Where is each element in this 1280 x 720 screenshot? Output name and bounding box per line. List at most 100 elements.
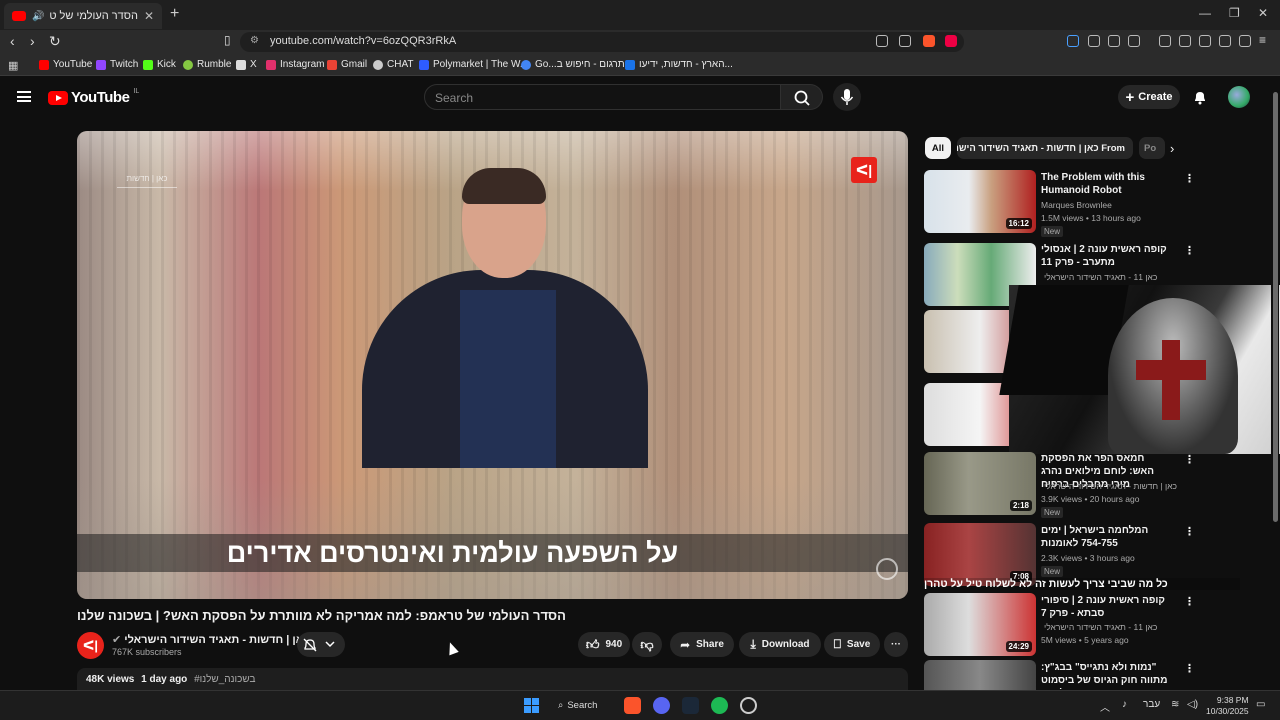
brave-browser-icon[interactable] xyxy=(624,697,641,714)
share-button[interactable]: ➦ Share xyxy=(670,632,734,657)
create-button[interactable]: + Create xyxy=(1118,85,1180,109)
bookmark-kick[interactable]: Kick xyxy=(143,59,176,70)
steam-icon[interactable] xyxy=(682,697,699,714)
recommendation-thumbnail[interactable] xyxy=(924,660,1036,690)
dislike-button[interactable]: 👎︎ xyxy=(632,632,662,657)
more-options-icon[interactable]: ⋮ xyxy=(1184,662,1195,675)
bookmark-haaretz[interactable]: הארץ - חדשות, ידיעו... xyxy=(625,59,733,70)
recommendation-title[interactable]: "נמות ולא נתגייס" בבג"ץ: מתווה חוק הגיוס… xyxy=(1041,661,1171,689)
description-box[interactable]: 48K views 1 day ago #בשכונה_שלנו xyxy=(77,668,908,690)
discord-icon[interactable] xyxy=(653,697,670,714)
taskbar-clock[interactable]: 9:38 PM 10/30/2025 xyxy=(1206,695,1249,717)
wifi-icon[interactable]: ≋ xyxy=(1171,699,1179,710)
reload-icon[interactable]: ↻ xyxy=(49,33,61,50)
url-field[interactable]: ⚙ youtube.com/watch?v=6ozQQR3rRkA xyxy=(240,32,964,52)
bookmark-twitch[interactable]: Twitch xyxy=(96,59,138,70)
close-tab-icon[interactable]: ✕ xyxy=(144,9,154,23)
more-options-icon[interactable]: ⋮ xyxy=(1184,595,1195,608)
volume-icon[interactable]: ◁) xyxy=(1187,699,1198,710)
channel-avatar[interactable]: ᐸ| xyxy=(77,632,104,659)
tray-chevron-icon[interactable]: ︿ xyxy=(1100,699,1110,714)
menu-icon[interactable]: ≡ xyxy=(1259,33,1266,47)
apps-grid-icon[interactable]: ▦ xyxy=(8,59,18,72)
vpn-icon[interactable] xyxy=(1239,35,1251,47)
recommendation-title[interactable]: קופה ראשית עונה 2 | סיפורי סבתא - פרק 7 xyxy=(1041,594,1171,620)
bookmark-gmail[interactable]: Gmail xyxy=(327,59,367,70)
bookmark-rumble[interactable]: Rumble xyxy=(183,59,231,70)
sidebar-toggle-icon[interactable] xyxy=(1179,35,1191,47)
brave-shields-icon[interactable] xyxy=(923,35,935,47)
update-icon[interactable] xyxy=(740,697,757,714)
keyboard-language[interactable]: עבר xyxy=(1143,699,1160,710)
extension-icon[interactable] xyxy=(1067,35,1079,47)
music-icon[interactable] xyxy=(1159,35,1171,47)
bookmark-x[interactable]: X xyxy=(236,59,257,70)
recommendation-title[interactable]: קופה ראשית עונה 2 | אנסולי מתערב - פרק 1… xyxy=(1041,243,1171,269)
recommendation-channel[interactable]: Marques Brownlee xyxy=(1041,200,1112,210)
chip-all[interactable]: All xyxy=(925,137,951,159)
like-button[interactable]: 👍︎ 940 xyxy=(578,632,630,657)
minimize-icon[interactable]: — xyxy=(1199,6,1211,20)
search-input[interactable]: Search xyxy=(424,84,781,110)
voice-search-button[interactable] xyxy=(833,83,861,111)
recommendation-title[interactable]: The Problem with this Humanoid Robot xyxy=(1041,171,1171,197)
forward-icon[interactable]: › xyxy=(30,33,35,49)
recommendation-thumbnail[interactable]: 16:12 xyxy=(924,170,1036,233)
recommendation-channel[interactable]: כאן 11 - תאגיד השידור הישראלי xyxy=(1044,622,1157,632)
account-avatar[interactable] xyxy=(1228,86,1250,108)
notification-icon[interactable]: ▭ xyxy=(1256,699,1265,710)
verified-icon: ✔ xyxy=(112,634,122,646)
bookmark-polymarket[interactable]: Polymarket | The W... xyxy=(419,59,528,70)
more-options-icon[interactable]: ⋮ xyxy=(1184,244,1195,257)
site-info-icon[interactable]: ⚙ xyxy=(250,35,259,46)
channel-branding-icon[interactable] xyxy=(876,558,898,580)
chip-more[interactable]: Po xyxy=(1139,137,1165,159)
chip-from-channel[interactable]: From כאן | חדשות - תאגיד השידור הישראלי xyxy=(957,137,1133,159)
puzzle-icon[interactable] xyxy=(1108,35,1120,47)
bookmark-youtube[interactable]: YouTube xyxy=(39,59,92,70)
cast-icon[interactable] xyxy=(876,35,888,47)
more-options-icon[interactable]: ⋮ xyxy=(1184,172,1195,185)
shield-icon[interactable] xyxy=(1088,35,1100,47)
ai-assistant-icon[interactable] xyxy=(1219,35,1231,47)
search-button[interactable] xyxy=(781,84,823,110)
more-actions-icon[interactable]: ··· xyxy=(884,632,908,657)
notifications-bell-icon[interactable] xyxy=(1192,89,1208,105)
taskbar-search[interactable]: ⌕ Search xyxy=(558,697,610,714)
scrollbar-thumb[interactable] xyxy=(1273,92,1278,522)
hamburger-menu-icon[interactable] xyxy=(17,91,31,102)
more-options-icon[interactable]: ⋮ xyxy=(1184,453,1195,466)
back-icon[interactable]: ‹ xyxy=(10,33,15,49)
speaker-icon[interactable]: 🔊 xyxy=(32,11,44,22)
hashtag[interactable]: #בשכונה_שלנו xyxy=(194,674,255,685)
close-window-icon[interactable]: ✕ xyxy=(1258,6,1268,20)
bookmark-page-icon[interactable]: ▯ xyxy=(224,33,231,47)
chevron-right-icon[interactable]: › xyxy=(1170,141,1174,156)
recommendation-title[interactable]: המלחמה בישראל | ימים 754-755 לאומנות xyxy=(1041,524,1171,550)
more-options-icon[interactable]: ⋮ xyxy=(1184,525,1195,538)
bookmark-instagram[interactable]: Instagram xyxy=(266,59,324,70)
brave-rewards-icon[interactable] xyxy=(945,35,957,47)
maximize-icon[interactable]: ❐ xyxy=(1229,6,1240,20)
recommendation-channel[interactable]: כאן 11 - תאגיד השידור הישראלי xyxy=(1044,272,1157,282)
youtube-logo[interactable]: YouTube IL xyxy=(48,88,139,106)
share-page-icon[interactable] xyxy=(899,35,911,47)
download-button[interactable]: ⤓ Download xyxy=(739,632,821,657)
recommendation-thumbnail[interactable]: 7:08 xyxy=(924,523,1036,586)
spotify-icon[interactable] xyxy=(711,697,728,714)
microphone-tray-icon[interactable]: ♪ xyxy=(1122,699,1127,710)
browser-tab[interactable]: 🔊 הסדר העולמי של טראמפ: לתו... ✕ xyxy=(4,3,162,29)
new-tab-icon[interactable]: + xyxy=(170,5,179,23)
screenshot-icon[interactable] xyxy=(1128,35,1140,47)
subscribed-notifications-button[interactable] xyxy=(297,632,345,657)
recommendation-thumbnail[interactable]: 24:29 xyxy=(924,593,1036,656)
wallet-icon[interactable] xyxy=(1199,35,1211,47)
recommendation-thumbnail[interactable]: 2:18 xyxy=(924,452,1036,515)
windows-start-icon[interactable] xyxy=(524,698,539,713)
bookmark-chat[interactable]: CHAT xyxy=(373,59,413,70)
recommendation-channel[interactable]: כאן | חדשות - תאגיד השידור הישראלי xyxy=(1044,481,1177,491)
save-button[interactable]: ⎕ Save xyxy=(824,632,880,657)
channel-watermark: כאן | חדשות xyxy=(117,154,177,188)
bookmark-google-translate[interactable]: Go...תרגום - חיפוש ב xyxy=(521,59,625,70)
channel-name[interactable]: כאן | חדשות - תאגיד השידור הישראלי ✔ xyxy=(112,633,309,646)
